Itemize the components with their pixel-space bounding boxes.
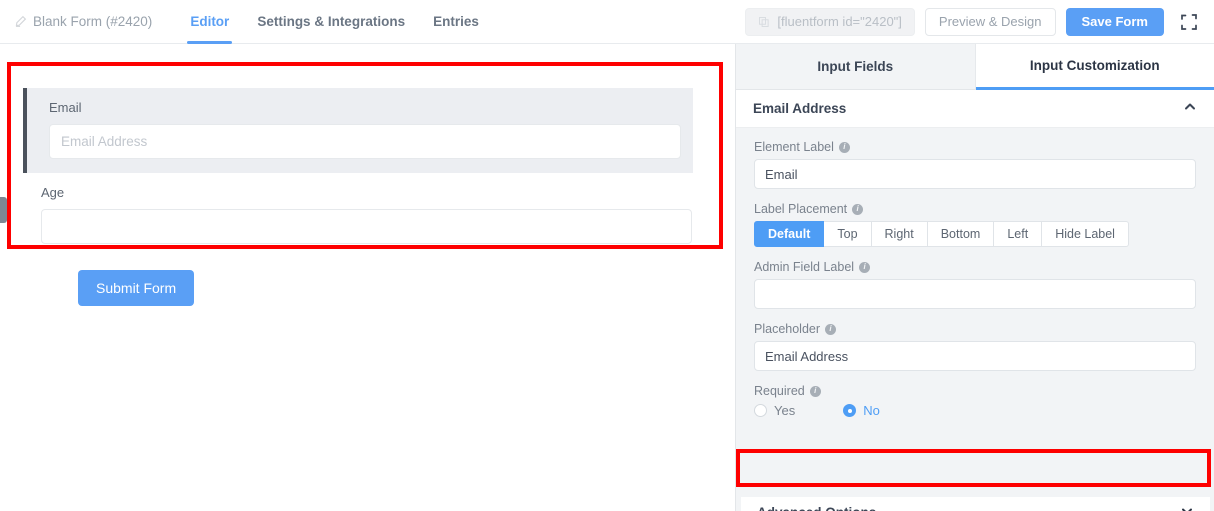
label-placement-options: Default Top Right Bottom Left: [754, 221, 1196, 247]
form-field-age[interactable]: Age: [37, 173, 692, 258]
required-radio-yes-label: Yes: [774, 403, 795, 418]
nav-tab-editor[interactable]: Editor: [176, 0, 243, 44]
info-icon[interactable]: i: [825, 324, 836, 335]
fullscreen-expand-icon[interactable]: [1178, 11, 1200, 33]
label-placement-caption: Label Placement i: [754, 202, 1196, 216]
placeholder-caption: Placeholder i: [754, 322, 1196, 336]
required-text: Required: [754, 384, 805, 398]
settings-panel: Input Fields Input Customization Email A…: [735, 44, 1214, 511]
header-actions: [fluentform id="2420"] Preview & Design …: [745, 8, 1200, 36]
form-field-age-input[interactable]: [41, 209, 692, 244]
top-header: Blank Form (#2420) Editor Settings & Int…: [0, 0, 1214, 44]
admin-field-label-control: Admin Field Label i: [754, 260, 1196, 309]
chevron-up-icon: [1183, 100, 1197, 117]
placeholder-text: Placeholder: [754, 322, 820, 336]
panel-tabs: Input Fields Input Customization: [736, 44, 1214, 90]
admin-field-label-text: Admin Field Label: [754, 260, 854, 274]
shortcode-copy-field[interactable]: [fluentform id="2420"]: [745, 8, 915, 36]
advanced-options-label: Advanced Options: [757, 505, 876, 511]
required-control: Required i Yes No: [754, 384, 1196, 418]
main-nav-tabs: Editor Settings & Integrations Entries: [176, 0, 493, 44]
label-placement-text: Label Placement: [754, 202, 847, 216]
nav-tab-settings-integrations[interactable]: Settings & Integrations: [243, 0, 419, 44]
tab-input-fields[interactable]: Input Fields: [736, 44, 976, 90]
label-placement-option-left[interactable]: Left: [994, 221, 1042, 247]
nav-tab-editor-label: Editor: [190, 14, 229, 29]
save-form-label: Save Form: [1082, 14, 1148, 29]
tab-input-customization[interactable]: Input Customization: [976, 44, 1214, 90]
label-placement-option-bottom-label: Bottom: [941, 227, 981, 241]
required-radio-group: Yes No: [754, 403, 1196, 418]
submit-form-button[interactable]: Submit Form: [78, 270, 194, 306]
info-icon[interactable]: i: [852, 204, 863, 215]
form-field-age-label: Age: [41, 185, 680, 200]
nav-tab-settings-label: Settings & Integrations: [257, 14, 405, 29]
label-placement-option-default[interactable]: Default: [754, 221, 824, 247]
edit-pencil-icon: [14, 15, 27, 28]
info-icon[interactable]: i: [839, 142, 850, 153]
copy-icon: [758, 16, 770, 28]
required-radio-no[interactable]: No: [843, 403, 880, 418]
preview-design-button[interactable]: Preview & Design: [925, 8, 1056, 36]
label-placement-option-default-label: Default: [768, 227, 810, 241]
form-field-email[interactable]: Email: [23, 88, 693, 173]
form-canvas: Email Age Submit Form: [0, 44, 735, 511]
label-placement-option-top[interactable]: Top: [824, 221, 871, 247]
form-title-area: Blank Form (#2420): [14, 14, 152, 29]
placeholder-control: Placeholder i: [754, 322, 1196, 371]
radio-circle-selected-icon: [843, 404, 856, 417]
advanced-options-header[interactable]: Advanced Options: [741, 497, 1210, 511]
element-label-input[interactable]: [754, 159, 1196, 189]
required-radio-yes[interactable]: Yes: [754, 403, 795, 418]
info-icon[interactable]: i: [859, 262, 870, 273]
admin-field-label-input[interactable]: [754, 279, 1196, 309]
email-address-section-header[interactable]: Email Address: [736, 90, 1214, 128]
tab-input-fields-label: Input Fields: [817, 59, 893, 74]
save-form-button[interactable]: Save Form: [1066, 8, 1164, 36]
label-placement-option-hide-label-label: Hide Label: [1055, 227, 1115, 241]
label-placement-option-right-label: Right: [885, 227, 914, 241]
info-icon[interactable]: i: [810, 386, 821, 397]
element-label-control: Element Label i: [754, 140, 1196, 189]
form-field-email-input[interactable]: [49, 124, 681, 159]
canvas-left-handle[interactable]: [0, 197, 7, 223]
label-placement-option-right[interactable]: Right: [872, 221, 928, 247]
element-label-caption: Element Label i: [754, 140, 1196, 154]
fluentform-editor-app: Blank Form (#2420) Editor Settings & Int…: [0, 0, 1214, 511]
settings-panel-body: Element Label i Label Placement i Defaul…: [736, 128, 1214, 418]
required-caption: Required i: [754, 384, 1196, 398]
placeholder-input[interactable]: [754, 341, 1196, 371]
label-placement-control: Label Placement i Default Top Right Bott…: [754, 202, 1196, 247]
form-field-email-label: Email: [49, 100, 681, 115]
email-address-section-title: Email Address: [753, 101, 846, 116]
label-placement-option-hide-label[interactable]: Hide Label: [1042, 221, 1129, 247]
chevron-down-icon: [1180, 504, 1194, 511]
nav-tab-entries[interactable]: Entries: [419, 0, 493, 44]
form-title: Blank Form (#2420): [33, 14, 152, 29]
tab-input-customization-label: Input Customization: [1030, 58, 1160, 73]
element-label-text: Element Label: [754, 140, 834, 154]
admin-field-label-caption: Admin Field Label i: [754, 260, 1196, 274]
required-radio-no-label: No: [863, 403, 880, 418]
radio-circle-icon: [754, 404, 767, 417]
label-placement-option-left-label: Left: [1007, 227, 1028, 241]
form-preview: Email Age Submit Form: [37, 88, 692, 306]
shortcode-text: [fluentform id="2420"]: [777, 14, 902, 29]
label-placement-option-top-label: Top: [837, 227, 857, 241]
nav-tab-entries-label: Entries: [433, 14, 479, 29]
label-placement-option-bottom[interactable]: Bottom: [928, 221, 995, 247]
preview-design-label: Preview & Design: [939, 14, 1042, 29]
